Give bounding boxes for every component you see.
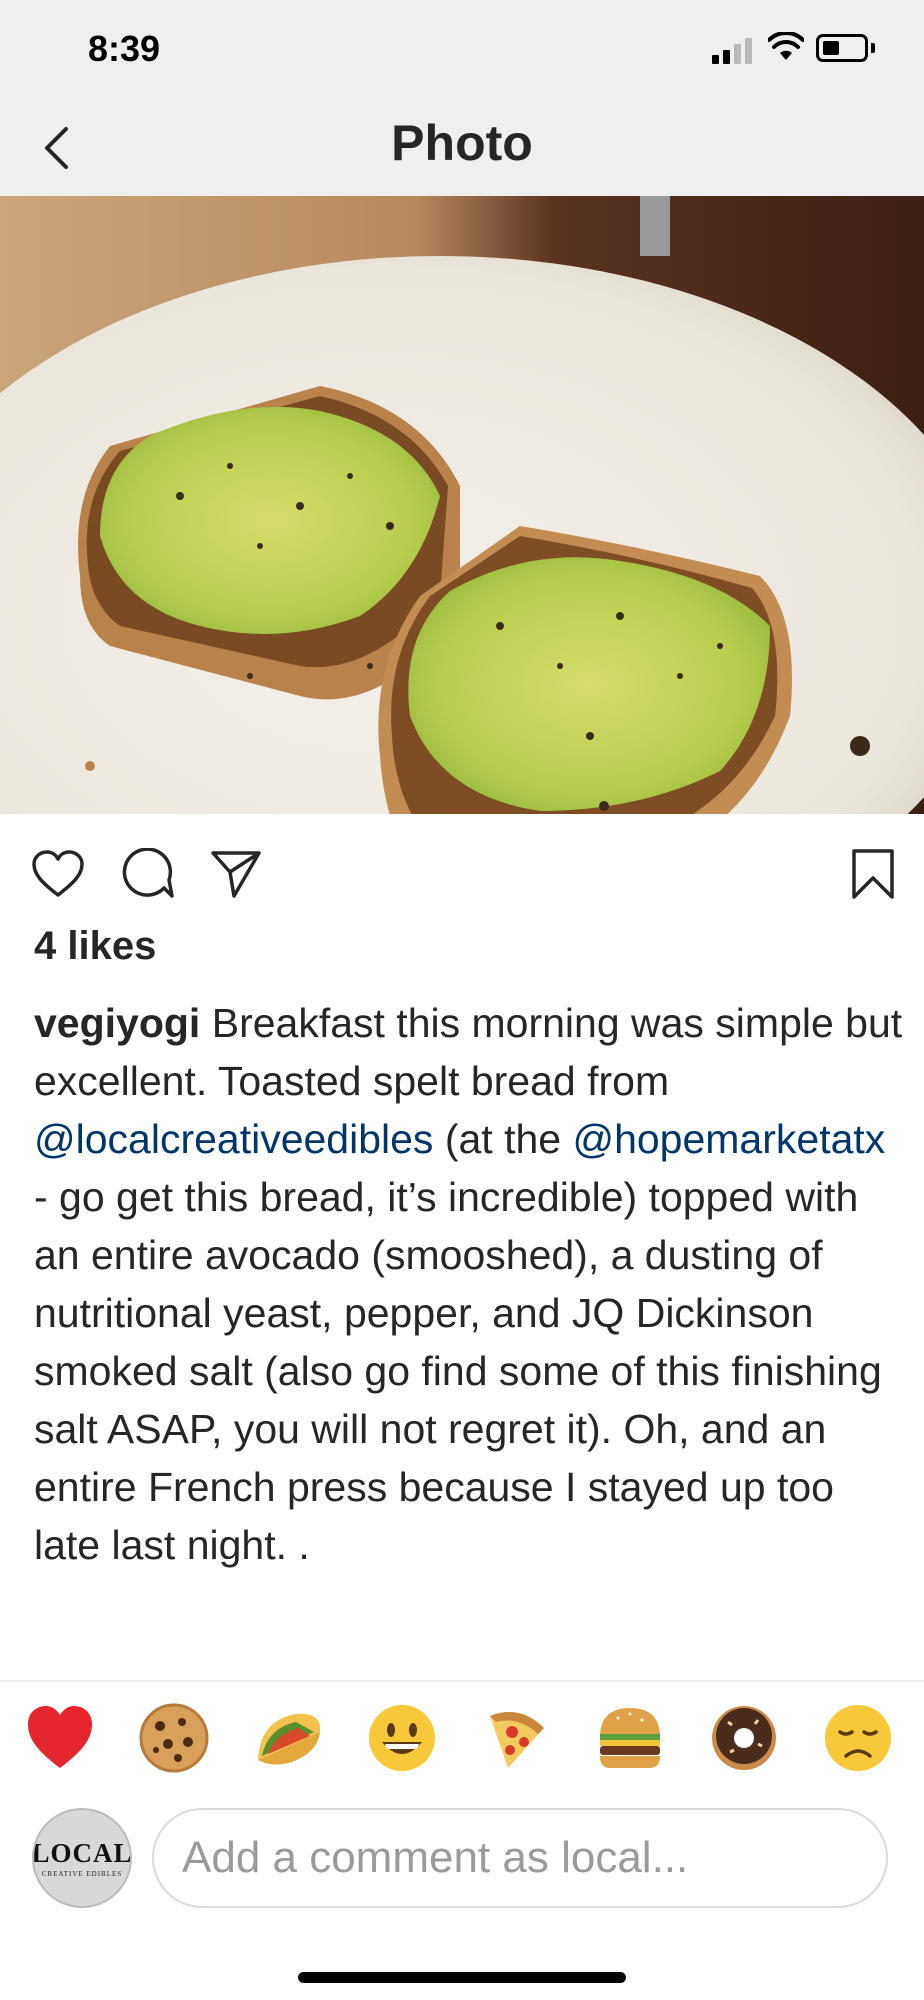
caption-text: - go get this bread, it’s incredible) to… bbox=[34, 1174, 882, 1568]
nav-bar: Photo bbox=[0, 100, 924, 196]
speech-bubble-icon bbox=[122, 848, 174, 898]
save-button[interactable] bbox=[843, 844, 903, 904]
like-count[interactable]: 4 likes bbox=[34, 924, 156, 969]
comment-button[interactable] bbox=[118, 844, 178, 904]
mention-link[interactable]: @localcreativeedibles bbox=[34, 1116, 433, 1162]
avocado-toast-image bbox=[0, 196, 924, 814]
pizza-emoji[interactable] bbox=[480, 1702, 552, 1774]
bookmark-icon bbox=[852, 849, 894, 899]
mention-link[interactable]: @hopemarketatx bbox=[572, 1116, 885, 1162]
red-heart-emoji[interactable] bbox=[24, 1702, 96, 1774]
battery-nub bbox=[871, 43, 875, 53]
status-bar: 8:39 bbox=[0, 0, 924, 100]
caption-text: (at the bbox=[433, 1116, 573, 1162]
avatar-logo-subtext: CREATIVE EDIBLES bbox=[41, 1870, 123, 1878]
status-time: 8:39 bbox=[88, 28, 161, 69]
page-title: Photo bbox=[391, 115, 533, 171]
avatar[interactable]: LOCAL CREATIVE EDIBLES bbox=[32, 1808, 132, 1908]
wifi-icon bbox=[768, 32, 804, 60]
post-caption: vegiyogi Breakfast this morning was simp… bbox=[34, 994, 904, 1670]
share-button[interactable] bbox=[206, 844, 266, 904]
caption-username[interactable]: vegiyogi bbox=[34, 1000, 200, 1046]
heart-outline-icon bbox=[32, 850, 84, 897]
cookie-emoji[interactable] bbox=[138, 1702, 210, 1774]
doughnut-emoji[interactable] bbox=[708, 1702, 780, 1774]
quick-reaction-bar bbox=[0, 1702, 924, 1778]
battery-icon bbox=[816, 34, 868, 62]
like-button[interactable] bbox=[28, 844, 88, 904]
disappointed-face-emoji[interactable] bbox=[822, 1702, 894, 1774]
hamburger-emoji[interactable] bbox=[594, 1702, 666, 1774]
avatar-logo-text: LOCAL bbox=[32, 1838, 132, 1868]
paper-plane-icon bbox=[211, 851, 261, 898]
cellular-signal-icon bbox=[712, 38, 754, 64]
post-photo[interactable] bbox=[0, 196, 924, 814]
grinning-face-emoji[interactable] bbox=[366, 1702, 438, 1774]
post-actions bbox=[0, 814, 924, 924]
comment-input[interactable] bbox=[152, 1808, 888, 1908]
taco-emoji[interactable] bbox=[252, 1702, 324, 1774]
home-indicator[interactable] bbox=[298, 1972, 626, 1983]
divider bbox=[0, 1680, 924, 1682]
